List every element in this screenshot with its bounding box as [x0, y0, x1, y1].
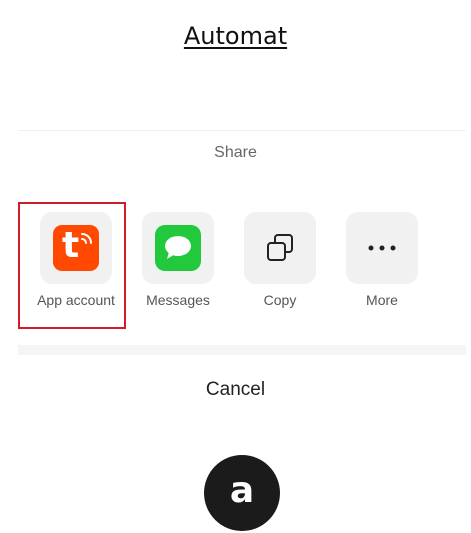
copy-icon — [267, 234, 293, 261]
cancel-button[interactable]: Cancel — [0, 379, 471, 401]
share-sheet-title: Share — [214, 144, 257, 161]
sheet-top-divider — [18, 130, 466, 131]
share-target-messages[interactable]: Messages — [136, 212, 220, 322]
more-dots-icon — [368, 245, 396, 251]
copy-label: Copy — [263, 292, 297, 308]
sheet-section-divider — [18, 345, 466, 355]
page-title: Automat — [0, 22, 471, 50]
messages-label: Messages — [146, 292, 210, 308]
step-badge: a — [204, 455, 280, 531]
speech-bubble-icon — [165, 236, 191, 259]
share-target-more[interactable]: More — [340, 212, 424, 322]
share-target-copy[interactable]: Copy — [238, 212, 322, 322]
copy-tile[interactable] — [244, 212, 316, 284]
messages-tile[interactable] — [142, 212, 214, 284]
selection-highlight — [18, 202, 126, 329]
more-label: More — [366, 292, 398, 308]
messages-icon — [155, 225, 201, 271]
page-title-text: Automat — [183, 22, 288, 50]
more-tile[interactable] — [346, 212, 418, 284]
